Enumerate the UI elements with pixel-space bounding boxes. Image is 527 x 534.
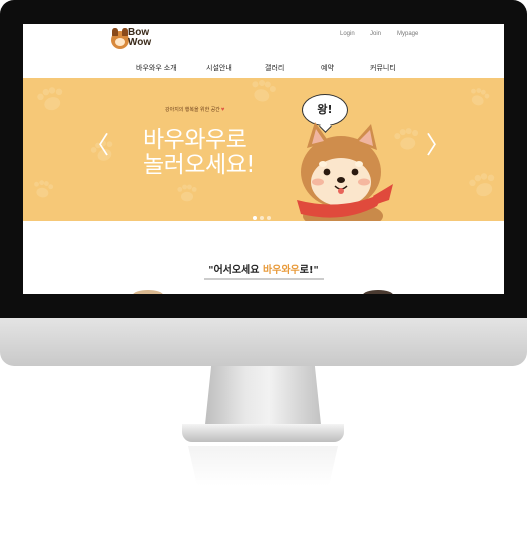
welcome-subtext-placeholder: [23, 277, 504, 281]
content-image-peek: [363, 290, 393, 294]
website-screen: Bow Wow Login Join Mypage 바우와우 소개 시설안내 갤…: [23, 24, 504, 294]
paw-print-icon: [393, 127, 420, 152]
join-link[interactable]: Join: [370, 31, 381, 37]
nav-item-reservation[interactable]: 예약: [321, 63, 334, 73]
nav-item-about[interactable]: 바우와우 소개: [136, 63, 177, 73]
paw-print-icon: [32, 179, 54, 199]
paw-print-icon: [467, 86, 491, 108]
nav-item-gallery[interactable]: 갤러리: [265, 63, 284, 73]
banner-tagline: 강아지의 행복을 위한 공간♥: [165, 107, 225, 113]
slide-dot[interactable]: [267, 216, 271, 220]
banner-headline-line-1: 바우와우로: [143, 127, 247, 153]
heart-icon: ♥: [220, 107, 225, 113]
paw-print-icon: [249, 78, 278, 104]
logo-line-2: Wow: [128, 37, 152, 48]
welcome-heading: "어서오세요 바우와우로!": [208, 265, 319, 276]
nav-item-community[interactable]: 커뮤니티: [370, 63, 396, 73]
next-slide-arrow-icon[interactable]: 〉: [426, 131, 450, 159]
mypage-link[interactable]: Mypage: [397, 31, 418, 37]
shiba-dog-illustration: [297, 122, 393, 221]
paw-print-icon: [36, 85, 67, 113]
monitor-chin: [0, 318, 527, 366]
stand-reflection: [188, 446, 338, 486]
bowwow-logo[interactable]: Bow Wow: [111, 28, 171, 54]
dog-logo-icon: [111, 28, 129, 49]
slide-dot[interactable]: [260, 216, 264, 220]
slide-dot[interactable]: [253, 216, 257, 220]
content-image-peek: [133, 290, 163, 294]
monitor-base: [182, 424, 344, 442]
paw-print-icon: [177, 184, 197, 202]
slide-indicator: [253, 205, 274, 221]
main-nav: 바우와우 소개 시설안내 갤러리 예약 커뮤니티: [23, 63, 504, 75]
banner-headline-line-2: 놀러오세요!: [143, 152, 256, 178]
login-link[interactable]: Login: [340, 31, 355, 37]
nav-item-facilities[interactable]: 시설안내: [206, 63, 232, 73]
hero-banner: 〈 〉 강아지의 행복을 위한 공간♥ 바우와우로 놀러오세요! 왕!: [23, 78, 504, 221]
prev-slide-arrow-icon[interactable]: 〈: [85, 131, 109, 159]
speech-bubble-text: 왕!: [317, 103, 333, 116]
paw-print-icon: [468, 171, 499, 199]
